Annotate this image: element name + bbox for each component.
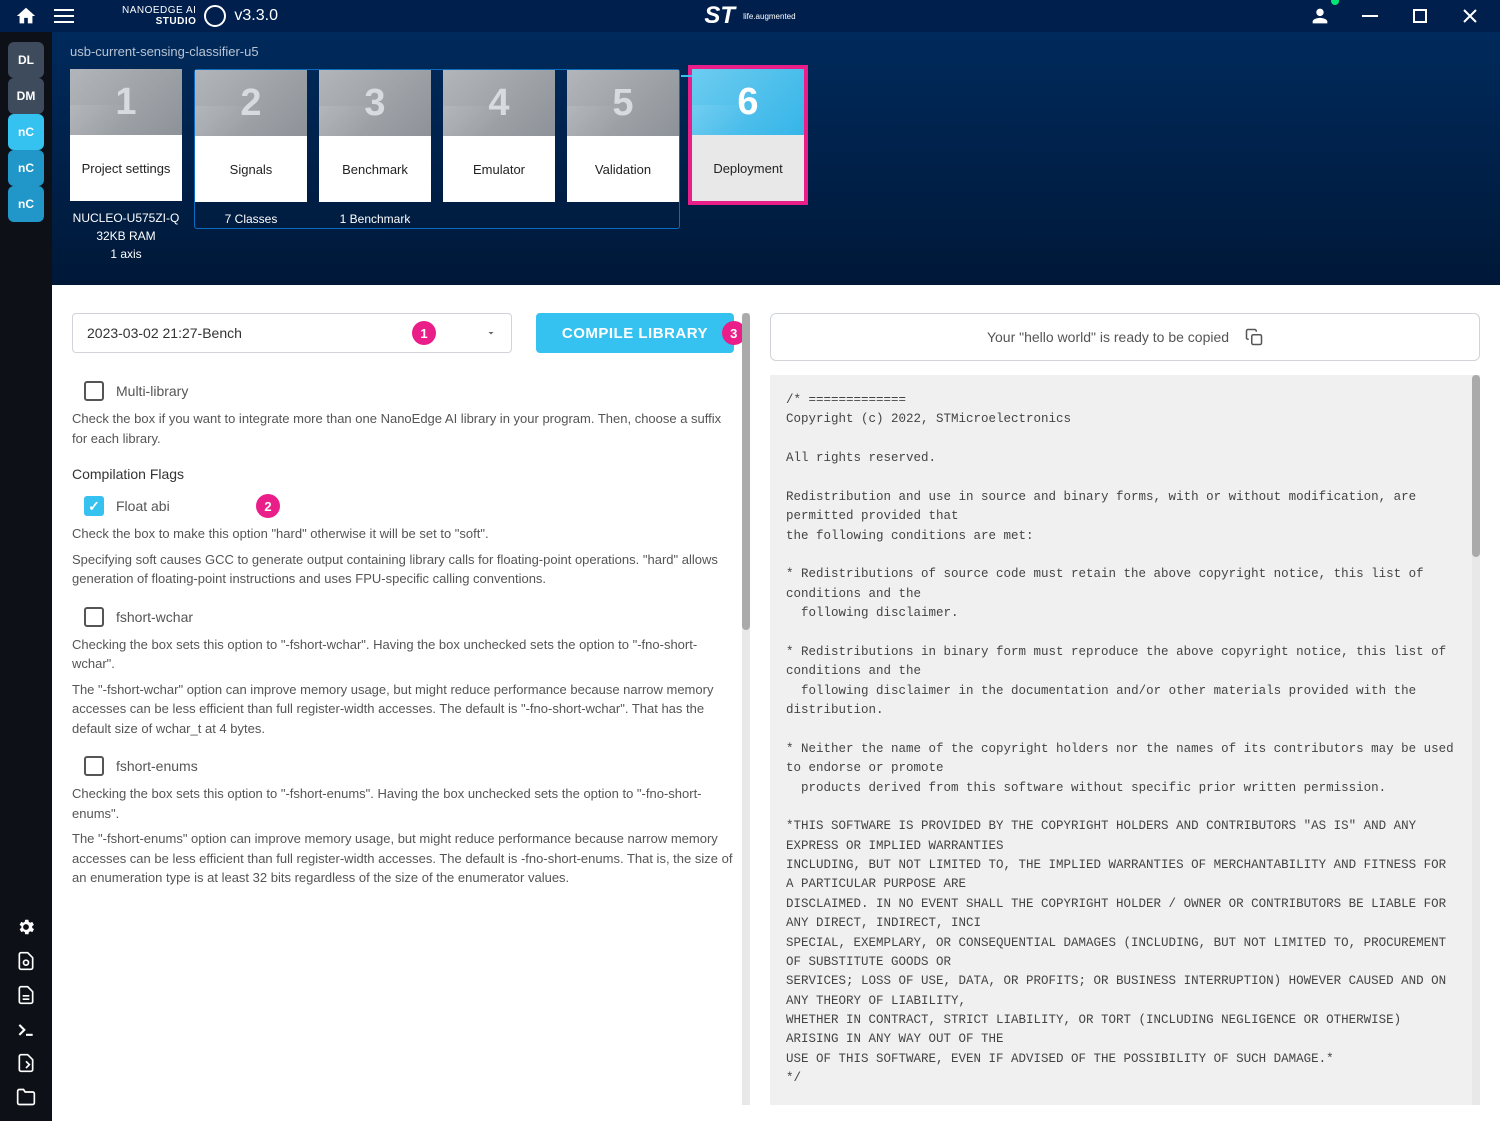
- annotation-badge-3: 3: [722, 321, 742, 345]
- project-header: usb-current-sensing-classifier-u5 1Proje…: [52, 32, 1500, 285]
- project-name: usb-current-sensing-classifier-u5: [70, 40, 1482, 69]
- sidebar-item-0[interactable]: DL: [8, 42, 44, 78]
- sidebar-item-2[interactable]: nC: [8, 114, 44, 150]
- step-validation[interactable]: 5Validation: [567, 70, 679, 202]
- titlebar: NANOEDGE AI STUDIO v3.3.0 ST life.augmen…: [0, 0, 1500, 32]
- home-icon[interactable]: [14, 4, 38, 28]
- step-number: 3: [319, 70, 431, 136]
- step-meta: NUCLEO-U575ZI-Q32KB RAM1 axis: [73, 209, 180, 263]
- step-number: 1: [70, 69, 182, 135]
- step-label: Validation: [567, 136, 679, 202]
- code-column: Your "hello world" is ready to be copied…: [770, 313, 1480, 1105]
- multi-library-label: Multi-library: [116, 383, 188, 399]
- brand-text: ST: [704, 2, 735, 30]
- close-button[interactable]: [1454, 0, 1486, 32]
- multi-library-row: Multi-library: [84, 381, 734, 401]
- step-deployment[interactable]: 6Deployment: [692, 69, 804, 201]
- step-meta: 7 Classes: [225, 210, 278, 228]
- fshort-enums-help1: Checking the box sets this option to "-f…: [72, 784, 734, 823]
- brand-logo: ST life.augmented: [704, 2, 795, 30]
- step-label: Signals: [195, 136, 307, 202]
- content: usb-current-sensing-classifier-u5 1Proje…: [52, 32, 1500, 1121]
- copy-icon[interactable]: [1245, 328, 1263, 346]
- titlebar-left: NANOEDGE AI STUDIO v3.3.0: [0, 4, 278, 28]
- step-emulator[interactable]: 4Emulator: [443, 70, 555, 202]
- sidebar-item-1[interactable]: DM: [8, 78, 44, 114]
- form-column: 2023-03-02 21:27-Bench COMPILE LIBRARY 3…: [72, 313, 742, 1105]
- step-number: 6: [692, 69, 804, 135]
- chevron-down-icon: [485, 327, 497, 339]
- menu-icon[interactable]: [52, 4, 76, 28]
- maximize-button[interactable]: [1404, 0, 1436, 32]
- top-controls: 2023-03-02 21:27-Bench COMPILE LIBRARY 3…: [72, 313, 734, 353]
- sidebar-item-4[interactable]: nC: [8, 186, 44, 222]
- step-label: Emulator: [443, 136, 555, 202]
- export-file-icon[interactable]: [14, 1051, 38, 1075]
- step-label: Project settings: [70, 135, 182, 201]
- fshort-enums-help2: The "-fshort-enums" option can improve m…: [72, 829, 734, 888]
- step-project-settings[interactable]: 1Project settings: [70, 69, 182, 201]
- fshort-wchar-checkbox[interactable]: [84, 607, 104, 627]
- folder-icon[interactable]: [14, 1085, 38, 1109]
- user-icon[interactable]: [1304, 0, 1336, 32]
- status-dot-icon: [1331, 0, 1339, 5]
- steps-row: 1Project settings NUCLEO-U575ZI-Q32KB RAM…: [70, 69, 1482, 263]
- float-abi-help2: Specifying soft causes GCC to generate o…: [72, 550, 734, 589]
- fshort-enums-label: fshort-enums: [116, 758, 198, 774]
- sidebar-bottom: [0, 915, 52, 1121]
- float-abi-checkbox[interactable]: [84, 496, 104, 516]
- body-panel: 2023-03-02 21:27-Bench COMPILE LIBRARY 3…: [52, 285, 1500, 1121]
- app-logo: NANOEDGE AI STUDIO v3.3.0: [122, 5, 278, 27]
- fshort-wchar-help1: Checking the box sets this option to "-f…: [72, 635, 734, 674]
- step-meta: 1 Benchmark: [340, 210, 411, 228]
- step-label: Deployment: [692, 135, 804, 201]
- fshort-enums-checkbox[interactable]: [84, 756, 104, 776]
- step-number: 4: [443, 70, 555, 136]
- form-scrollbar[interactable]: [742, 313, 750, 1105]
- step-group: 2Signals 7 Classes 3Benchmark 1 Benchmark 4E…: [194, 69, 680, 229]
- annotation-badge-2: 2: [256, 494, 280, 518]
- benchmark-select[interactable]: 2023-03-02 21:27-Bench: [72, 313, 512, 353]
- fshort-enums-row: fshort-enums: [84, 756, 734, 776]
- settings-icon[interactable]: [14, 915, 38, 939]
- terminal-icon[interactable]: [14, 1017, 38, 1041]
- multi-library-checkbox[interactable]: [84, 381, 104, 401]
- fshort-wchar-help2: The "-fshort-wchar" option can improve m…: [72, 680, 734, 739]
- file-icon[interactable]: [14, 983, 38, 1007]
- copy-bar: Your "hello world" is ready to be copied: [770, 313, 1480, 361]
- app-name-top: NANOEDGE AI: [122, 5, 196, 16]
- app-name-bot: STUDIO: [122, 16, 196, 27]
- sidebar-item-3[interactable]: nC: [8, 150, 44, 186]
- compile-button[interactable]: COMPILE LIBRARY 3: [536, 313, 734, 353]
- float-abi-label: Float abi: [116, 498, 170, 514]
- swirl-icon: [204, 5, 226, 27]
- step-benchmark[interactable]: 3Benchmark: [319, 70, 431, 202]
- step-number: 2: [195, 70, 307, 136]
- copy-message: Your "hello world" is ready to be copied: [987, 329, 1229, 345]
- step-label: Benchmark: [319, 136, 431, 202]
- fshort-wchar-row: fshort-wchar: [84, 607, 734, 627]
- code-box[interactable]: /* ============= Copyright (c) 2022, STM…: [770, 375, 1472, 1105]
- benchmark-value: 2023-03-02 21:27-Bench: [87, 325, 242, 341]
- minimize-button[interactable]: [1354, 0, 1386, 32]
- sidebar: DLDMnCnCnC: [0, 32, 52, 1121]
- app-version: v3.3.0: [234, 7, 278, 25]
- main-area: DLDMnCnCnC usb-current-sensing-classifie…: [0, 32, 1500, 1121]
- search-file-icon[interactable]: [14, 949, 38, 973]
- float-abi-help1: Check the box to make this option "hard"…: [72, 524, 734, 544]
- code-scrollbar[interactable]: [1472, 375, 1480, 1105]
- compilation-flags-title: Compilation Flags: [72, 466, 734, 482]
- brand-sub: life.augmented: [743, 12, 795, 21]
- compile-label: COMPILE LIBRARY: [562, 325, 708, 342]
- fshort-wchar-label: fshort-wchar: [116, 609, 193, 625]
- float-abi-row: Float abi 2: [84, 496, 734, 516]
- multi-library-help: Check the box if you want to integrate m…: [72, 409, 734, 448]
- step-signals[interactable]: 2Signals: [195, 70, 307, 202]
- titlebar-right: [1304, 0, 1500, 32]
- annotation-badge-1: 1: [412, 321, 436, 345]
- step-number: 5: [567, 70, 679, 136]
